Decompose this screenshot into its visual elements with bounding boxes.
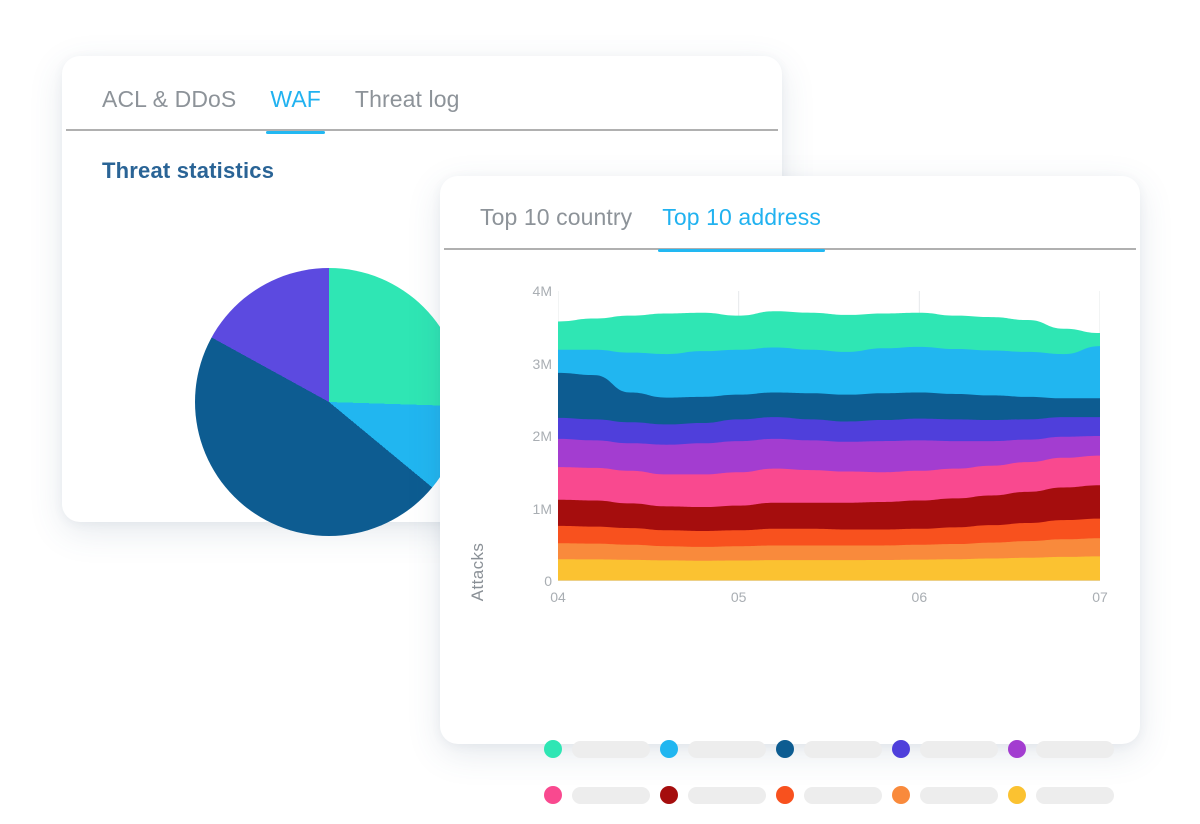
y-axis-ticks: 0 1M 2M 3M 4M	[440, 272, 552, 824]
legend-item[interactable]	[892, 786, 1008, 804]
legend-label-placeholder	[920, 740, 998, 758]
x-tick-label: 05	[730, 589, 747, 605]
pie-graphic	[195, 268, 463, 536]
tab-waf[interactable]: WAF	[266, 86, 325, 134]
tab-acl-ddos[interactable]: ACL & DDoS	[102, 86, 236, 132]
top10-card: Top 10 country Top 10 address Attacks 01…	[440, 176, 1140, 804]
legend-label-placeholder	[804, 786, 882, 804]
tab-top10-address[interactable]: Top 10 address	[658, 204, 825, 252]
legend-color-swatch-legend-5	[1008, 740, 1026, 758]
legend-item[interactable]	[1008, 740, 1124, 758]
legend-color-swatch-legend-10	[1008, 786, 1026, 804]
legend-item[interactable]	[892, 740, 1008, 758]
chart-legend	[544, 740, 1124, 804]
x-tick-label: 06	[911, 589, 928, 605]
tab-top10-country-label: Top 10 country	[480, 204, 633, 230]
y-tick-label: 2M	[532, 428, 552, 444]
tab-acl-ddos-label: ACL & DDoS	[102, 86, 237, 112]
x-tick-label: 04	[550, 589, 566, 605]
legend-item[interactable]	[660, 740, 776, 758]
legend-color-swatch-legend-9	[892, 786, 910, 804]
threat-pie-chart	[195, 268, 463, 536]
legend-label-placeholder	[572, 740, 650, 758]
legend-label-placeholder	[1036, 786, 1114, 804]
legend-item[interactable]	[544, 786, 660, 804]
y-tick-label: 0	[544, 573, 552, 589]
chart-plot-area	[558, 291, 1100, 581]
legend-label-placeholder	[688, 786, 766, 804]
legend-color-swatch-legend-6	[544, 786, 562, 804]
page-canvas: ACL & DDoS WAF Threat log Threat statist…	[0, 0, 1200, 804]
legend-color-swatch-legend-4	[892, 740, 910, 758]
legend-label-placeholder	[1036, 740, 1114, 758]
tab-threat-log[interactable]: Threat log	[355, 86, 460, 132]
legend-color-swatch-legend-1	[544, 740, 562, 758]
x-tick-label: 07	[1092, 589, 1108, 605]
legend-item[interactable]	[660, 786, 776, 804]
legend-item[interactable]	[1008, 786, 1124, 804]
legend-label-placeholder	[688, 740, 766, 758]
legend-item[interactable]	[776, 740, 892, 758]
legend-color-swatch-legend-3	[776, 740, 794, 758]
y-tick-label: 4M	[532, 283, 552, 299]
top10-card-tabbar: Top 10 country Top 10 address	[440, 176, 1140, 252]
threat-card-tabbar: ACL & DDoS WAF Threat log	[62, 56, 782, 134]
y-tick-label: 3M	[532, 355, 552, 372]
tab-top10-address-label: Top 10 address	[662, 204, 821, 230]
tab-top10-country[interactable]: Top 10 country	[480, 204, 632, 250]
legend-label-placeholder	[920, 786, 998, 804]
legend-color-swatch-legend-7	[660, 786, 678, 804]
legend-label-placeholder	[804, 740, 882, 758]
legend-item[interactable]	[544, 740, 660, 758]
legend-item[interactable]	[776, 786, 892, 804]
attacks-area-chart: Attacks 0 1M 2M 3M 4M 04 05 06 07	[440, 272, 1140, 824]
legend-color-swatch-legend-2	[660, 740, 678, 758]
tab-waf-label: WAF	[270, 86, 321, 112]
stacked-area-svg	[558, 291, 1100, 581]
tab-threat-log-label: Threat log	[354, 86, 460, 112]
y-tick-label: 1M	[532, 500, 552, 517]
legend-label-placeholder	[572, 786, 650, 804]
legend-color-swatch-legend-8	[776, 786, 794, 804]
